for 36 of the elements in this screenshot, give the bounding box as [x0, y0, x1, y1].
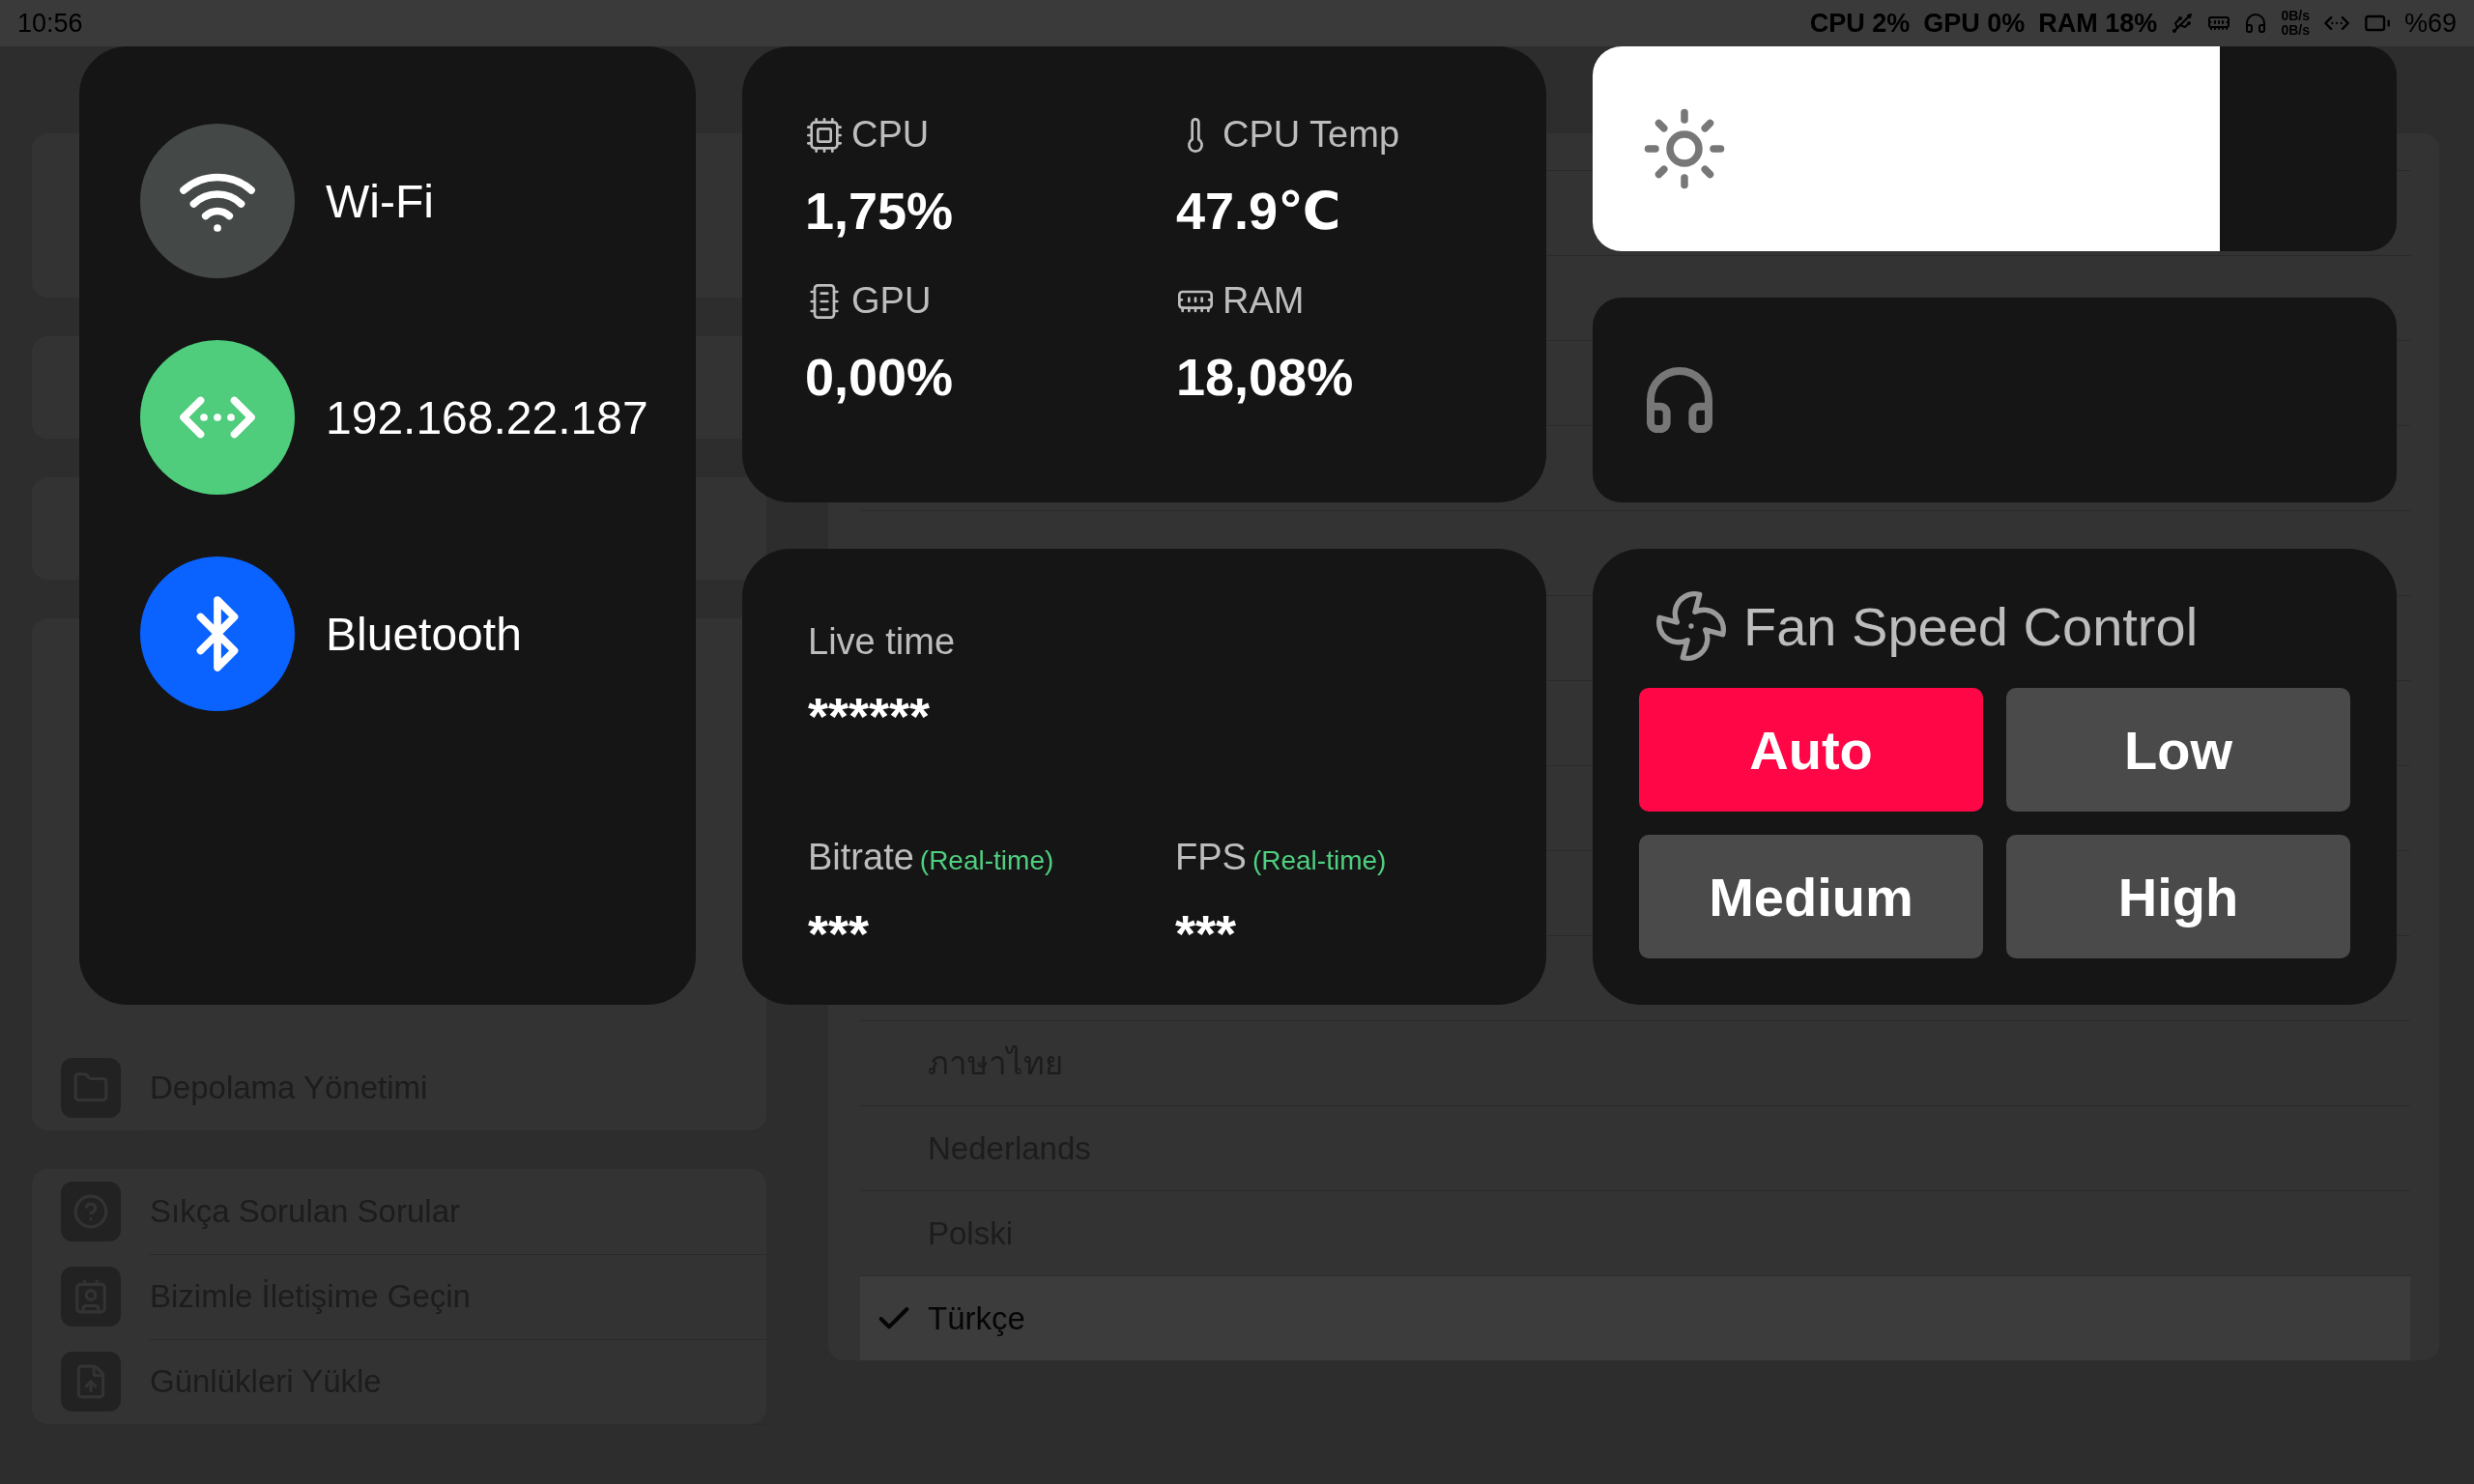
stat-value: 47.9℃ — [1176, 181, 1342, 242]
usb-icon — [2171, 12, 2195, 35]
metric-note: (Real-time) — [919, 845, 1054, 876]
metric-value: *** — [808, 903, 871, 963]
upload-speed: 0B/s — [2281, 9, 2310, 23]
fan-mode-button[interactable]: Auto — [1639, 688, 1983, 812]
stat-label: RAM — [1223, 280, 1305, 322]
network-label: Bluetooth — [326, 607, 522, 661]
fan-mode-button[interactable]: Medium — [1639, 835, 1983, 958]
status-indicator: CPU 2% — [1809, 8, 1911, 39]
metric-label: FPS — [1175, 837, 1247, 878]
brightness-slider[interactable] — [1593, 46, 2397, 251]
stat-label: CPU Temp — [1223, 114, 1400, 156]
battery-level: %69 — [2403, 8, 2457, 39]
live-time-value: ****** — [808, 686, 932, 746]
fan-title: Fan Speed Control — [1743, 594, 2199, 658]
stat-value: 18,08% — [1176, 347, 1355, 407]
live-time-label: Live time — [808, 621, 957, 663]
stat-value: 0,00% — [805, 347, 955, 407]
network-label: 192.168.22.187 — [326, 390, 648, 444]
metric-note: (Real-time) — [1251, 845, 1387, 876]
fan-mode-button[interactable]: High — [2006, 835, 2350, 958]
chip-icon — [805, 115, 844, 155]
stat-label: CPU — [851, 114, 930, 156]
status-indicator: RAM 18% — [2038, 8, 2158, 39]
headphones-tile[interactable] — [1593, 298, 2397, 502]
stat-label: GPU — [851, 280, 932, 322]
status-time: 10:56 — [17, 8, 83, 39]
download-speed: 0B/s — [2281, 23, 2310, 38]
stat-value: 1,75% — [805, 181, 955, 241]
fan-mode-button[interactable]: Low — [2006, 688, 2350, 812]
network-label: Wi-Fi — [326, 174, 434, 228]
metric-label: Bitrate — [808, 837, 914, 878]
headphones-icon — [2244, 12, 2268, 35]
status-indicator: GPU 0% — [1923, 8, 2026, 39]
metric-value: *** — [1175, 903, 1238, 963]
